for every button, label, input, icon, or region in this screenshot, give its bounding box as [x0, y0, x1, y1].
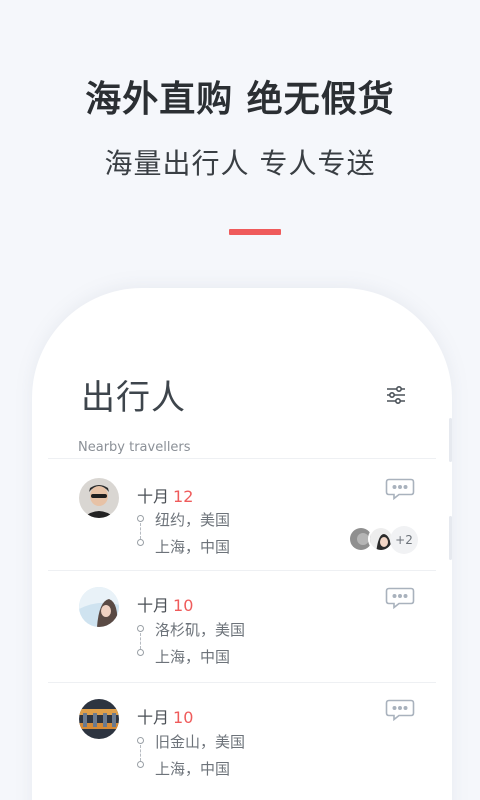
- origin-city: 旧金山，美国: [155, 733, 246, 751]
- avatar[interactable]: [79, 699, 119, 739]
- companion-avatars[interactable]: +2: [348, 526, 418, 554]
- traveller-row[interactable]: 十月 10 旧金山，美国 上海，中国: [48, 682, 436, 794]
- origin-city: 纽约，美国: [155, 511, 231, 529]
- route-dash: [140, 523, 141, 539]
- route-connector: [137, 737, 145, 769]
- route-connector: [137, 515, 145, 547]
- destination-dot: [137, 761, 144, 768]
- origin-dot: [137, 625, 144, 632]
- sliders-icon[interactable]: [384, 383, 408, 407]
- route-connector: [137, 625, 145, 657]
- section-label: Nearby travellers: [78, 440, 191, 455]
- destination-city: 上海，中国: [155, 760, 231, 778]
- date-month: 十月: [137, 487, 170, 506]
- destination-dot: [137, 539, 144, 546]
- promo-headline: 海外直购 绝无假货: [85, 79, 395, 120]
- traveller-row[interactable]: 十月 12 纽约，美国 上海，中国 +2: [48, 458, 436, 570]
- phone-edge-button: [449, 516, 452, 560]
- route-dash: [140, 745, 141, 761]
- date-day: 10: [173, 708, 194, 727]
- destination-city: 上海，中国: [155, 538, 231, 556]
- date-month: 十月: [137, 708, 170, 727]
- origin-dot: [137, 515, 144, 522]
- travel-date: 十月 10: [137, 592, 193, 616]
- traveller-list: 十月 12 纽约，美国 上海，中国 +2 十月 10 洛杉矶，美国 上海，中国 …: [48, 458, 436, 794]
- phone-edge-button: [449, 418, 452, 462]
- chat-bubble-icon[interactable]: [385, 699, 415, 722]
- traveller-row[interactable]: 十月 10 洛杉矶，美国 上海，中国: [48, 570, 436, 682]
- chat-bubble-icon[interactable]: [385, 478, 415, 501]
- more-companions-badge: +2: [390, 526, 418, 554]
- travel-date: 十月 10: [137, 704, 193, 728]
- date-day: 12: [173, 487, 194, 506]
- travel-date: 十月 12: [137, 483, 193, 507]
- page-title: 出行人: [81, 378, 186, 418]
- route-dash: [140, 633, 141, 649]
- avatar[interactable]: [79, 587, 119, 627]
- origin-city: 洛杉矶，美国: [155, 621, 246, 639]
- destination-dot: [137, 649, 144, 656]
- destination-city: 上海，中国: [155, 648, 231, 666]
- origin-dot: [137, 737, 144, 744]
- chat-bubble-icon[interactable]: [385, 587, 415, 610]
- avatar[interactable]: [79, 478, 119, 518]
- phone-card: 出行人 Nearby travellers 十月 12 纽约，美国 上海，中国 …: [32, 288, 452, 800]
- promo-subline: 海量出行人 专人专送: [104, 147, 376, 180]
- date-month: 十月: [137, 596, 170, 615]
- date-day: 10: [173, 596, 194, 615]
- accent-divider: [229, 229, 281, 235]
